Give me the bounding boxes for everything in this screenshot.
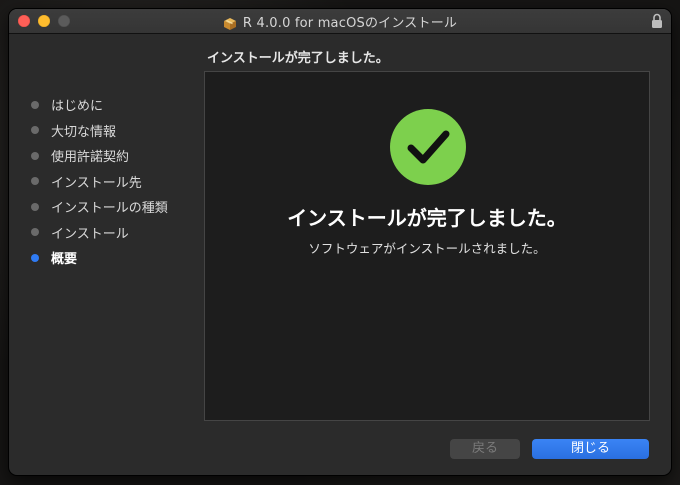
page-heading: インストールが完了しました。 <box>207 51 389 66</box>
sidebar-item-label: インストールの種類 <box>51 201 168 217</box>
step-dot <box>31 228 39 237</box>
sidebar-item-installation: インストール <box>31 220 201 246</box>
sidebar-item-label: 大切な情報 <box>51 124 117 140</box>
sidebar-item-installation-type: インストールの種類 <box>31 194 201 220</box>
sidebar-item-label: はじめに <box>51 99 104 115</box>
sidebar-item-label: インストール <box>51 226 129 242</box>
window-title: R 4.0.0 for macOSのインストール <box>242 15 458 31</box>
close-button[interactable]: 閉じる <box>532 439 649 459</box>
sidebar-item-read-me: 大切な情報 <box>31 118 201 144</box>
back-button[interactable]: 戻る <box>450 439 520 459</box>
sidebar-item-label: 概要 <box>51 252 78 268</box>
step-dot <box>31 151 39 160</box>
sidebar-item-summary: 概要 <box>31 245 201 271</box>
completion-message: ソフトウェアがインストールされました。 <box>308 241 546 256</box>
title-bar[interactable]: R 4.0.0 for macOSのインストール <box>9 9 671 34</box>
package-icon <box>223 15 237 30</box>
step-dot <box>31 126 39 135</box>
checkmark-icon <box>390 109 466 185</box>
sidebar-item-license: 使用許諾契約 <box>31 143 201 169</box>
summary-panel: インストールが完了しました。 ソフトウェアがインストールされました。 <box>204 71 650 421</box>
installer-window: R 4.0.0 for macOSのインストール インストールが完了しました。 … <box>9 9 671 475</box>
lock-icon[interactable] <box>651 13 663 29</box>
desktop-background: R 4.0.0 for macOSのインストール インストールが完了しました。 … <box>0 0 680 485</box>
step-dot <box>31 202 39 211</box>
sidebar-item-label: 使用許諾契約 <box>51 150 130 166</box>
step-dot <box>31 177 39 186</box>
sidebar-item-label: インストール先 <box>51 175 142 191</box>
sidebar-item-introduction: はじめに <box>31 92 201 118</box>
step-dot <box>31 100 39 109</box>
sidebar-item-destination: インストール先 <box>31 169 201 195</box>
completion-title: インストールが完了しました。 <box>287 206 567 230</box>
window-title-group: R 4.0.0 for macOSのインストール <box>9 9 671 33</box>
step-dot-current <box>31 253 39 262</box>
installer-steps-sidebar: はじめに 大切な情報 使用許諾契約 インストール先 インストールの種類 インスト… <box>31 92 201 271</box>
